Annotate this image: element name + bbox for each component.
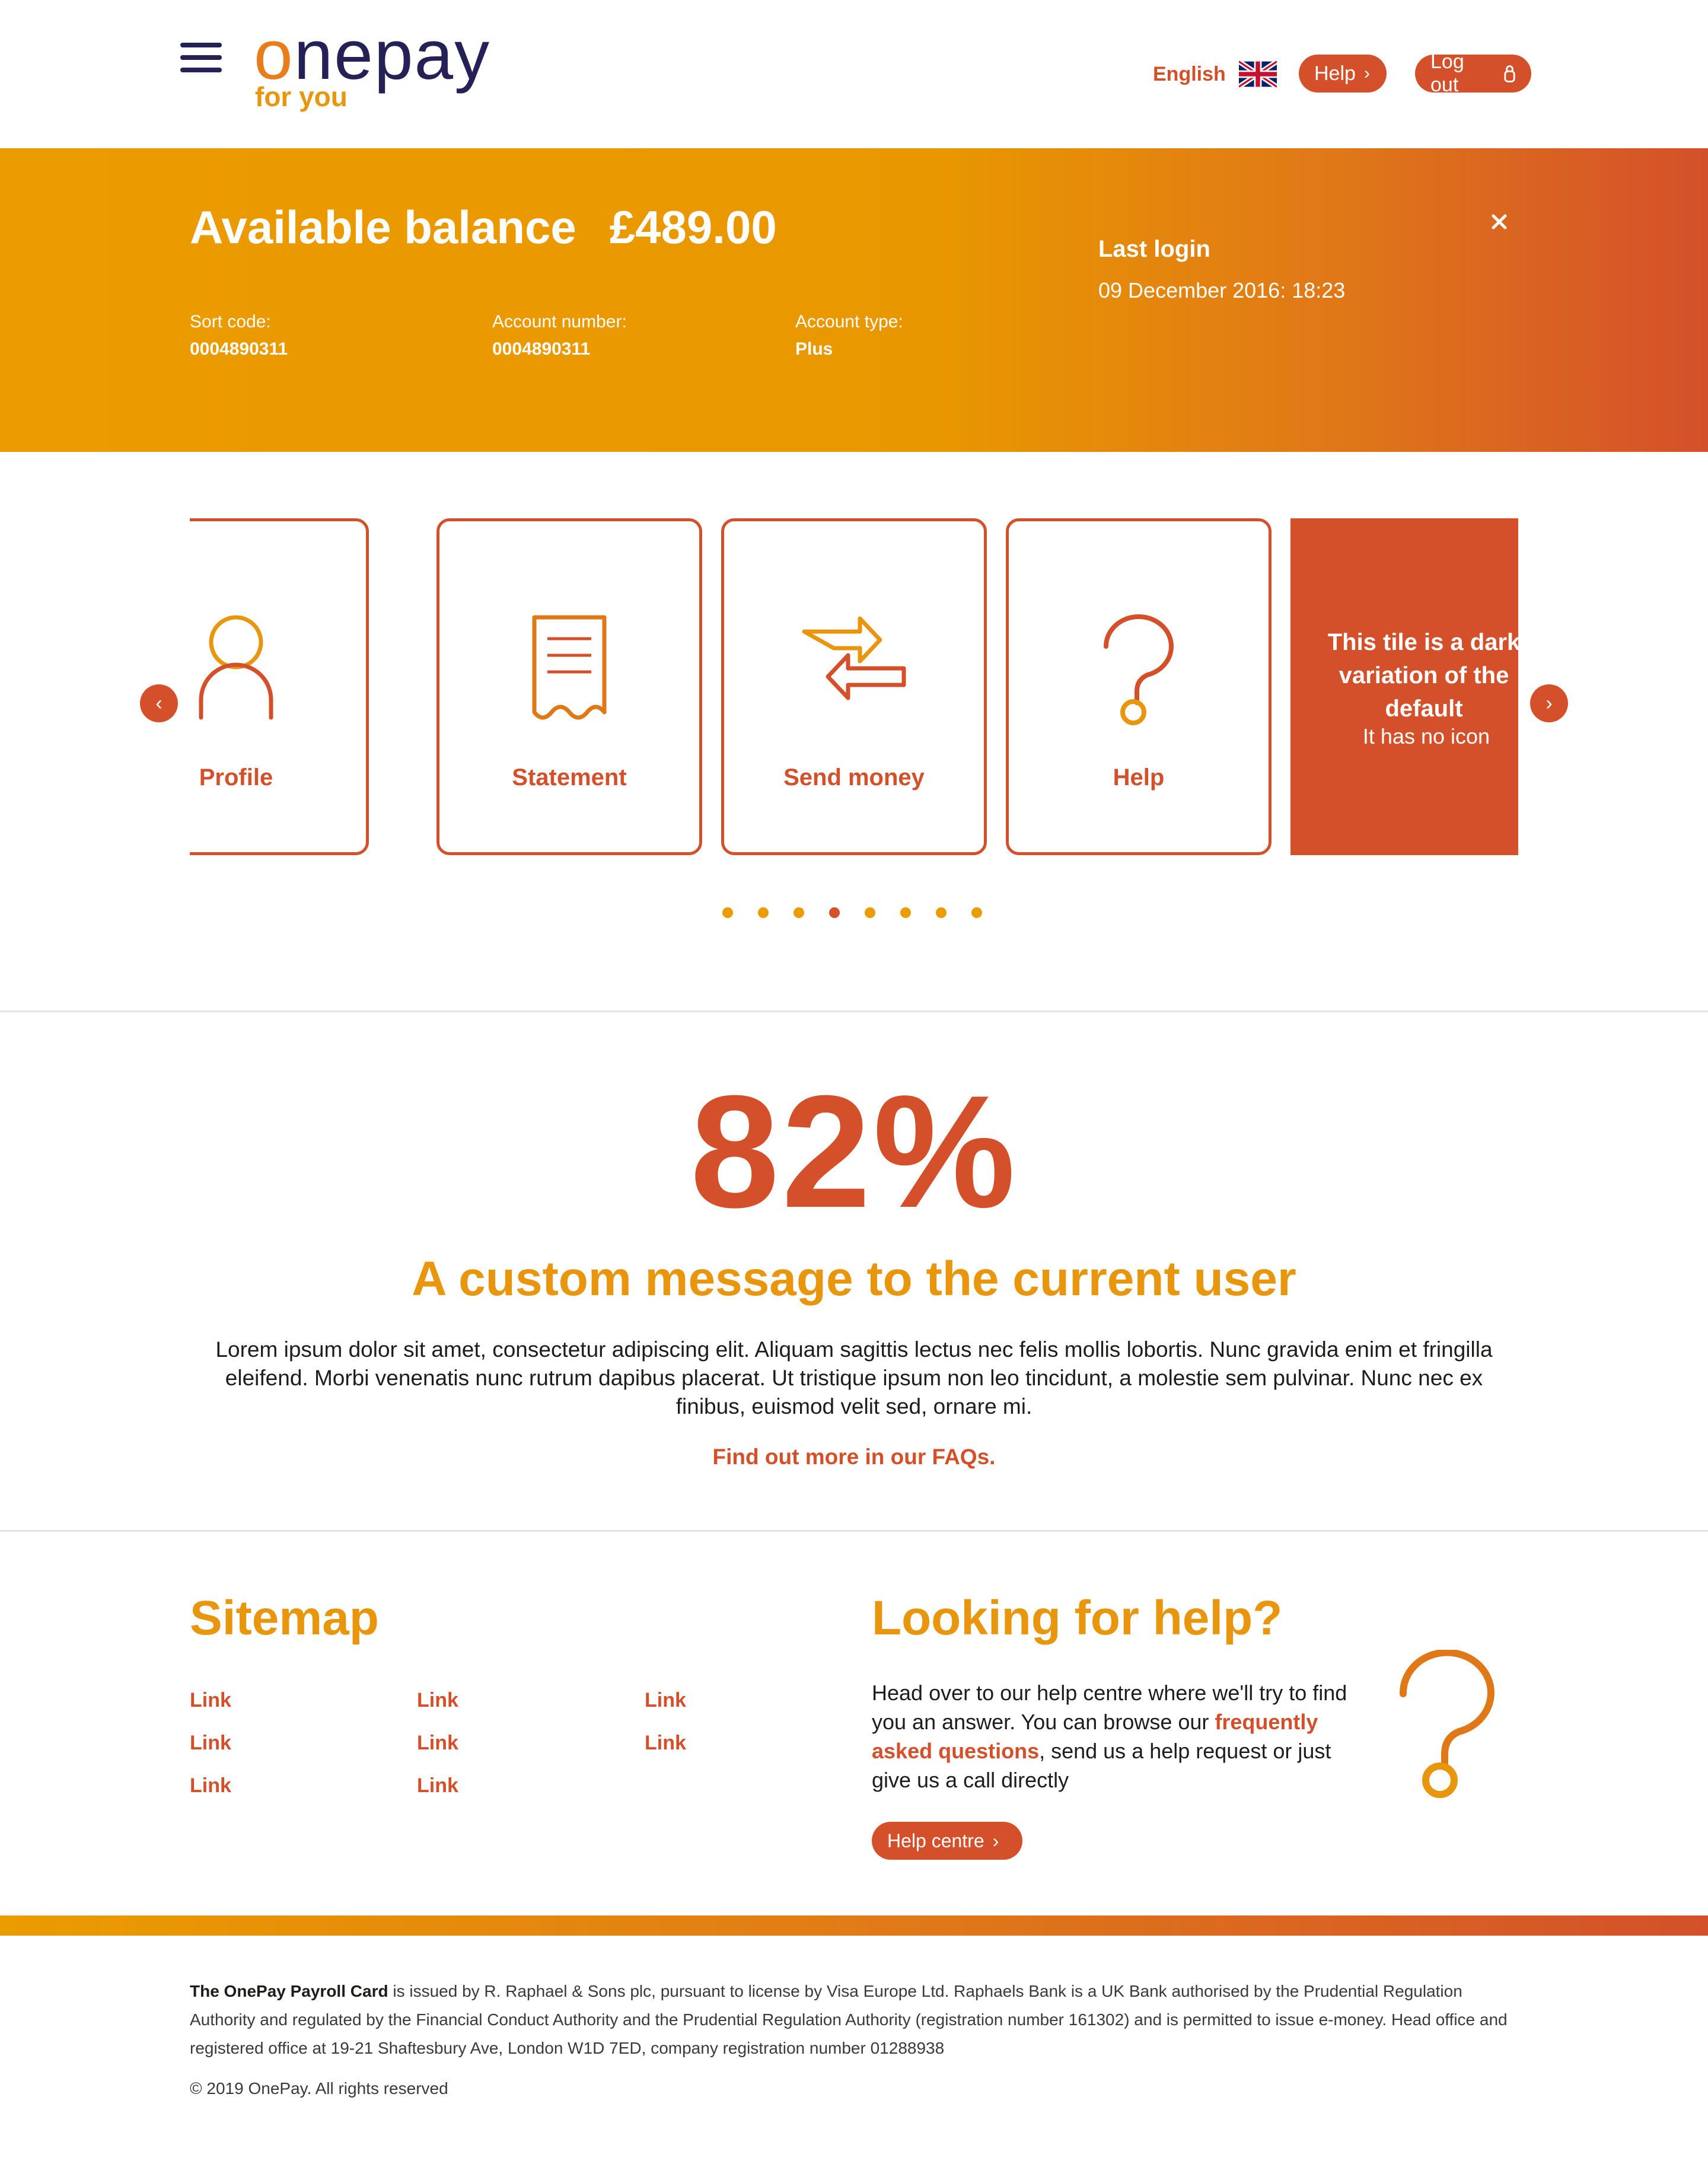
help-section-text: Head over to our help centre where we'll… [872, 1681, 1347, 1792]
footer-gradient-bar [0, 1915, 1708, 1936]
sitemap-link[interactable]: Link [417, 1732, 458, 1755]
transfer-icon [802, 616, 906, 700]
question-icon [1104, 614, 1174, 725]
chevron-right-icon: › [1363, 63, 1370, 83]
chevron-left-icon: ‹ [155, 691, 162, 715]
sitemap-link[interactable]: Link [417, 1689, 458, 1712]
language-label: English [1153, 62, 1226, 85]
last-login: Last login 09 December 2016: 18:23 [1098, 236, 1346, 302]
pagination-dot[interactable] [971, 907, 982, 918]
question-icon [1399, 1650, 1494, 1798]
legal-text: The OnePay Payroll Card is issued by R. … [190, 1982, 1508, 2057]
balance-amount: £489.00 [609, 201, 777, 253]
carousel-next-button[interactable]: › [1530, 684, 1568, 722]
logout-button[interactable]: Log out [1415, 50, 1531, 96]
carousel-pagination [722, 907, 982, 919]
tile-carousel: Profile Statement Send money Help This t… [190, 518, 1518, 856]
site-header: onepay for you English Help › Log out [0, 0, 1708, 148]
close-icon[interactable] [1487, 210, 1511, 234]
tile-help[interactable]: Help [1006, 518, 1272, 855]
pagination-dot[interactable] [829, 907, 840, 918]
receipt-icon [532, 615, 607, 720]
custom-message-body: Lorem ipsum dolor sit amet, consectetur … [215, 1337, 1493, 1419]
help-section-title: Looking for help? [872, 1591, 1283, 1645]
pagination-dot[interactable] [865, 907, 875, 918]
account-number: Account number: 0004890311 [492, 312, 627, 359]
tile-send-money[interactable]: Send money [721, 518, 987, 855]
carousel-prev-button[interactable]: ‹ [140, 684, 178, 722]
available-balance: Available balance £489.00 [190, 201, 777, 253]
pagination-dot[interactable] [794, 907, 804, 918]
pagination-dot[interactable] [722, 907, 733, 918]
onepay-logo[interactable]: onepay for you [254, 20, 491, 114]
hamburger-menu-icon[interactable] [180, 43, 222, 72]
pagination-dot[interactable] [936, 907, 947, 918]
uk-flag-icon [1238, 60, 1277, 88]
account-type: Account type: Plus [795, 312, 903, 359]
sort-code: Sort code: 0004890311 [190, 312, 288, 359]
user-icon [199, 615, 273, 720]
section-divider [0, 1530, 1708, 1532]
sitemap-link[interactable]: Link [417, 1774, 458, 1797]
sitemap-link[interactable]: Link [190, 1774, 231, 1797]
logo-tagline: for you [255, 81, 348, 112]
tile-profile[interactable]: Profile [190, 518, 369, 855]
chevron-right-icon: › [1546, 691, 1553, 715]
faq-link[interactable]: Find out more in our FAQs. [0, 1445, 1708, 1470]
lock-icon [1504, 65, 1515, 82]
sitemap-link[interactable]: Link [645, 1689, 686, 1712]
copyright: © 2019 OnePay. All rights reserved [190, 2079, 448, 2098]
language-selector[interactable]: English [1153, 59, 1277, 89]
section-divider [0, 1011, 1708, 1012]
header-help-button[interactable]: Help › [1299, 55, 1387, 93]
sitemap-link[interactable]: Link [190, 1732, 231, 1755]
tile-dark-variation[interactable]: This tile is a dark variation of the def… [1290, 518, 1518, 855]
sitemap-link[interactable]: Link [190, 1689, 231, 1712]
pagination-dot[interactable] [758, 907, 769, 918]
help-centre-button[interactable]: Help centre › [872, 1822, 1022, 1860]
balance-banner: Available balance £489.00 Sort code: 0004… [0, 148, 1708, 452]
stat-percentage: 82% [690, 1063, 1018, 1241]
chevron-right-icon: › [992, 1829, 999, 1851]
custom-message-heading: A custom message to the current user [412, 1252, 1296, 1306]
sitemap-title: Sitemap [190, 1591, 379, 1645]
pagination-dot[interactable] [900, 907, 911, 918]
sitemap-link[interactable]: Link [645, 1732, 686, 1755]
tile-statement[interactable]: Statement [436, 518, 702, 855]
